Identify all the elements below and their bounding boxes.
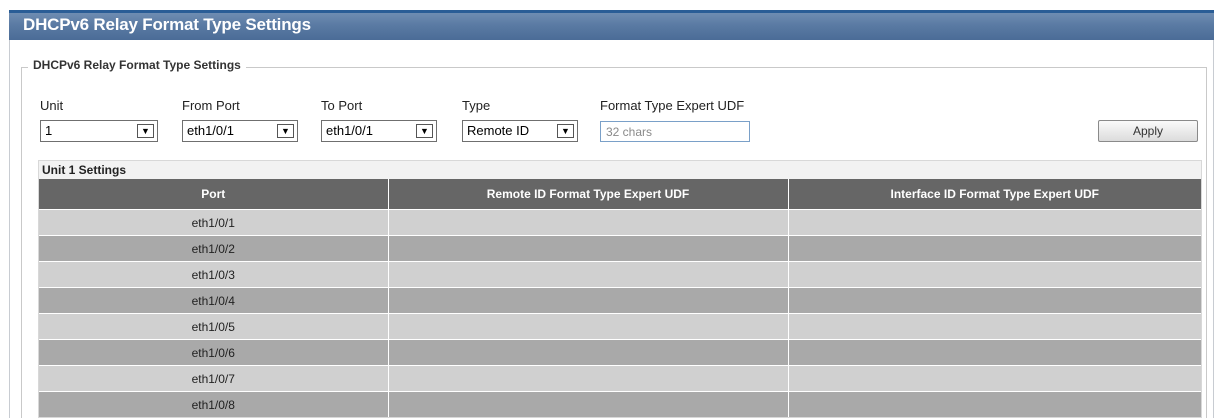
udf-input[interactable]	[600, 121, 750, 142]
fieldset-legend: DHCPv6 Relay Format Type Settings	[28, 58, 246, 72]
interface-id-udf-cell	[788, 365, 1201, 392]
interface-id-udf-cell	[788, 391, 1201, 417]
remote-id-udf-cell	[388, 313, 789, 340]
port-cell: eth1/0/1	[39, 209, 389, 236]
port-cell: eth1/0/2	[39, 235, 389, 262]
remote-id-udf-cell	[388, 339, 789, 366]
type-label: Type	[462, 98, 491, 113]
port-cell: eth1/0/3	[39, 261, 389, 288]
interface-id-udf-cell	[788, 313, 1201, 340]
table-row: eth1/0/4	[39, 287, 1201, 314]
chevron-down-icon[interactable]: ▼	[416, 124, 433, 138]
table-row: eth1/0/7	[39, 365, 1201, 392]
chevron-down-icon[interactable]: ▼	[277, 124, 294, 138]
port-cell: eth1/0/5	[39, 313, 389, 340]
port-cell: eth1/0/4	[39, 287, 389, 314]
chevron-down-icon[interactable]: ▼	[137, 124, 154, 138]
unit-settings-caption: Unit 1 Settings	[39, 161, 1201, 179]
interface-id-udf-cell	[788, 261, 1201, 288]
udf-label: Format Type Expert UDF	[600, 98, 745, 113]
interface-id-udf-cell	[788, 339, 1201, 366]
remote-id-udf-cell	[388, 209, 789, 236]
unit-select[interactable]: 1 ▼	[40, 120, 158, 142]
port-cell: eth1/0/6	[39, 339, 389, 366]
remote-id-udf-cell	[388, 287, 789, 314]
to-port-select[interactable]: eth1/0/1 ▼	[321, 120, 437, 142]
interface-id-udf-cell	[788, 287, 1201, 314]
table-row: eth1/0/6	[39, 339, 1201, 366]
column-header-interface-id-udf: Interface ID Format Type Expert UDF	[788, 179, 1201, 210]
table-row: eth1/0/2	[39, 235, 1201, 262]
table-header-row: Port Remote ID Format Type Expert UDF In…	[39, 179, 1201, 210]
column-header-remote-id-udf: Remote ID Format Type Expert UDF	[388, 179, 789, 210]
from-port-select-value: eth1/0/1	[187, 123, 234, 138]
interface-id-udf-cell	[788, 235, 1201, 262]
to-port-select-value: eth1/0/1	[326, 123, 373, 138]
port-cell: eth1/0/7	[39, 365, 389, 392]
page-title: DHCPv6 Relay Format Type Settings	[23, 15, 311, 34]
table-row: eth1/0/1	[39, 209, 1201, 236]
table-row: eth1/0/3	[39, 261, 1201, 288]
to-port-label: To Port	[321, 98, 363, 113]
unit-select-value: 1	[45, 123, 53, 138]
table-row: eth1/0/8	[39, 391, 1201, 417]
from-port-label: From Port	[182, 98, 240, 113]
page-title-bar: DHCPv6 Relay Format Type Settings	[9, 10, 1214, 40]
remote-id-udf-cell	[388, 235, 789, 262]
remote-id-udf-cell	[388, 365, 789, 392]
from-port-select[interactable]: eth1/0/1 ▼	[182, 120, 298, 142]
unit-label: Unit	[40, 98, 64, 113]
table-row: eth1/0/5	[39, 313, 1201, 340]
settings-table: Port Remote ID Format Type Expert UDF In…	[39, 179, 1201, 417]
type-select[interactable]: Remote ID ▼	[462, 120, 578, 142]
chevron-down-icon[interactable]: ▼	[557, 124, 574, 138]
port-cell: eth1/0/8	[39, 391, 389, 417]
interface-id-udf-cell	[788, 209, 1201, 236]
column-header-port: Port	[39, 179, 389, 210]
type-select-value: Remote ID	[467, 123, 530, 138]
remote-id-udf-cell	[388, 261, 789, 288]
remote-id-udf-cell	[388, 391, 789, 417]
apply-button[interactable]: Apply	[1098, 120, 1198, 142]
